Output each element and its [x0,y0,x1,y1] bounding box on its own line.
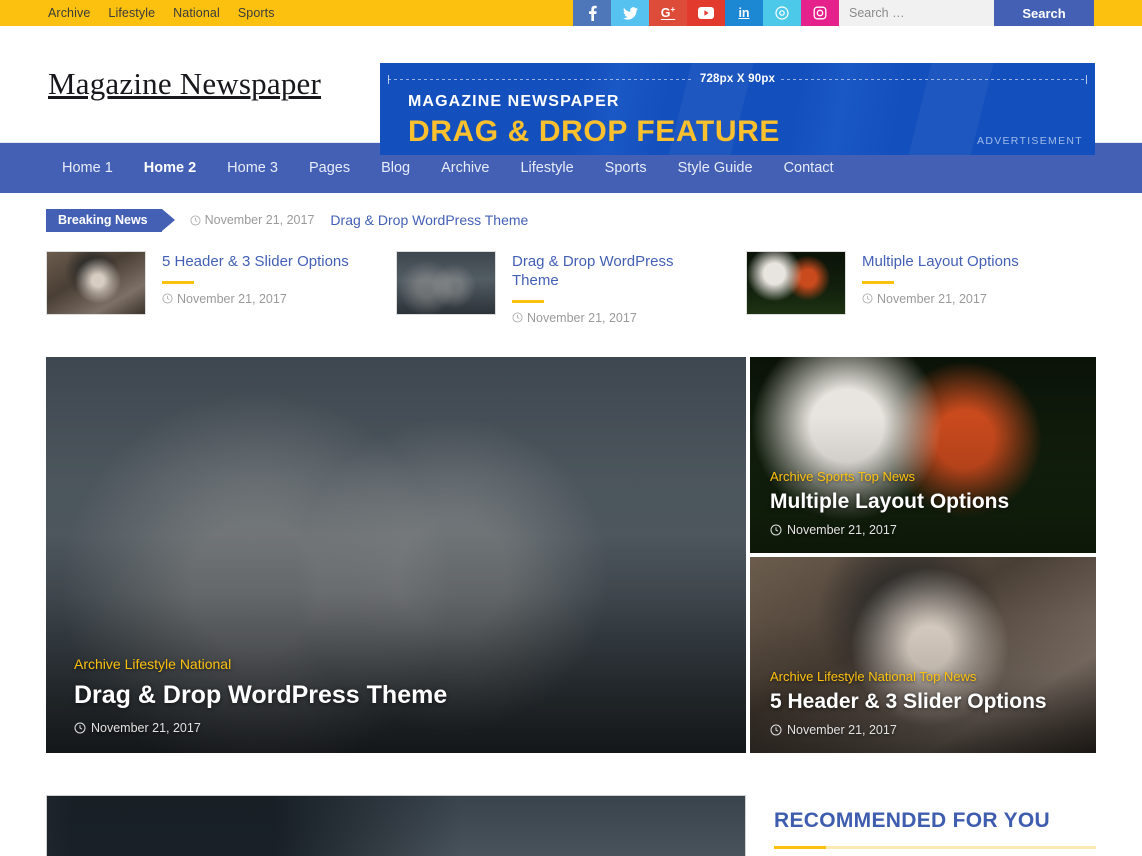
featured-main-categories: Archive Lifestyle National [74,656,726,672]
nav-item-home-3[interactable]: Home 3 [227,160,278,176]
thumbnail-image[interactable] [746,251,846,315]
advertisement-banner[interactable]: 728px X 90px MAGAZINE NEWSPAPER DRAG & D… [380,63,1095,155]
accent-bar [512,300,544,303]
featured-main-card[interactable]: Archive Lifestyle National Drag & Drop W… [46,357,746,753]
bottom-section: RECOMMENDED FOR YOU [46,795,1096,856]
topbar-nav: Archive Lifestyle National Sports [0,0,275,26]
clock-icon [162,293,173,304]
list-item-body: 5 Header & 3 Slider Options November 21,… [162,251,349,325]
thumbnail-image[interactable] [46,251,146,315]
featured-grid: Archive Lifestyle National Drag & Drop W… [46,357,1096,753]
clock-icon [770,524,782,536]
recommended-title: RECOMMENDED FOR YOU [774,809,1096,833]
search-form: Search [839,0,1094,26]
recommended-section: RECOMMENDED FOR YOU [774,795,1096,856]
featured-side-date: November 21, 2017 [770,723,1076,737]
featured-main-date: November 21, 2017 [74,721,726,735]
breaking-news-date: November 21, 2017 [190,213,315,227]
topbar-link-sports[interactable]: Sports [238,6,275,20]
ad-rule-left [388,79,694,80]
list-item-date: November 21, 2017 [162,292,349,306]
site-logo[interactable]: Magazine Newspaper [48,66,321,102]
list-item-date: November 21, 2017 [862,292,1019,306]
dribbble-icon[interactable] [763,0,801,26]
clock-icon [190,215,201,226]
top-bar: Archive Lifestyle National Sports G+ in … [0,0,1142,26]
linkedin-icon[interactable]: in [725,0,763,26]
topbar-link-national[interactable]: National [173,6,220,20]
nav-item-contact[interactable]: Contact [784,160,834,176]
nav-item-style-guide[interactable]: Style Guide [678,160,753,176]
ad-size-row: 728px X 90px [388,73,1087,85]
featured-side-card[interactable]: Archive Lifestyle National Top News 5 He… [750,557,1096,753]
news-strip: 5 Header & 3 Slider Options November 21,… [46,247,1096,325]
section-underline [774,846,1096,849]
breaking-news-date-text: November 21, 2017 [205,213,315,227]
featured-side-date: November 21, 2017 [770,523,1076,537]
ad-size-label: 728px X 90px [700,73,775,85]
list-item[interactable]: Drag & Drop WordPress Theme November 21,… [396,251,746,325]
bottom-feature-image[interactable] [46,795,746,856]
breaking-news-badge: Breaking News [46,209,162,232]
featured-side-date-text: November 21, 2017 [787,723,897,737]
nav-item-sports[interactable]: Sports [605,160,647,176]
googleplus-icon[interactable]: G+ [649,0,687,26]
list-item-body: Multiple Layout Options November 21, 201… [862,251,1019,325]
instagram-icon[interactable] [801,0,839,26]
breaking-news-headline[interactable]: Drag & Drop WordPress Theme [330,212,528,228]
list-item[interactable]: 5 Header & 3 Slider Options November 21,… [46,251,396,325]
twitter-icon[interactable] [611,0,649,26]
search-button[interactable]: Search [994,0,1094,26]
list-item-date-text: November 21, 2017 [177,292,287,306]
topbar-right: G+ in Search [573,0,1094,26]
list-item[interactable]: Multiple Layout Options November 21, 201… [746,251,1096,325]
nav-item-home-2[interactable]: Home 2 [144,160,196,176]
topbar-link-archive[interactable]: Archive [48,6,90,20]
breaking-news-bar: Breaking News November 21, 2017 Drag & D… [46,193,1096,247]
featured-side-categories: Archive Lifestyle National Top News [770,669,1076,684]
nav-item-archive[interactable]: Archive [441,160,489,176]
topbar-link-lifestyle[interactable]: Lifestyle [108,6,155,20]
featured-side-title: Multiple Layout Options [770,490,1076,514]
list-item-title[interactable]: 5 Header & 3 Slider Options [162,253,349,272]
youtube-icon[interactable] [687,0,725,26]
featured-side-card[interactable]: Archive Sports Top News Multiple Layout … [750,357,1096,553]
featured-side-text: Archive Lifestyle National Top News 5 He… [770,669,1076,736]
list-item-title[interactable]: Multiple Layout Options [862,253,1019,272]
list-item-date-text: November 21, 2017 [527,311,637,325]
nav-item-home-1[interactable]: Home 1 [62,160,113,176]
accent-bar [162,281,194,284]
accent-bar [862,281,894,284]
list-item-date: November 21, 2017 [512,311,717,325]
featured-side-categories: Archive Sports Top News [770,469,1076,484]
featured-side-date-text: November 21, 2017 [787,523,897,537]
list-item-title[interactable]: Drag & Drop WordPress Theme [512,253,717,291]
search-input[interactable] [839,0,994,26]
featured-main-title: Drag & Drop WordPress Theme [74,681,726,710]
ad-kicker: MAGAZINE NEWSPAPER [408,93,620,111]
featured-side-title: 5 Header & 3 Slider Options [770,690,1076,714]
list-item-date-text: November 21, 2017 [877,292,987,306]
list-item-body: Drag & Drop WordPress Theme November 21,… [512,251,717,325]
clock-icon [770,724,782,736]
nav-item-blog[interactable]: Blog [381,160,410,176]
clock-icon [862,293,873,304]
thumbnail-image[interactable] [396,251,496,315]
facebook-icon[interactable] [573,0,611,26]
nav-item-pages[interactable]: Pages [309,160,350,176]
ad-title: DRAG & DROP FEATURE [408,115,780,149]
featured-side-column: Archive Sports Top News Multiple Layout … [750,357,1096,753]
featured-main-date-text: November 21, 2017 [91,721,201,735]
ad-rule-right [781,79,1087,80]
ad-advertisement-label: ADVERTISEMENT [977,135,1083,147]
site-header: Magazine Newspaper 728px X 90px MAGAZINE… [0,26,1142,143]
clock-icon [512,312,523,323]
nav-item-lifestyle[interactable]: Lifestyle [520,160,573,176]
clock-icon [74,722,86,734]
featured-main-text: Archive Lifestyle National Drag & Drop W… [74,656,726,735]
featured-side-text: Archive Sports Top News Multiple Layout … [770,469,1076,536]
